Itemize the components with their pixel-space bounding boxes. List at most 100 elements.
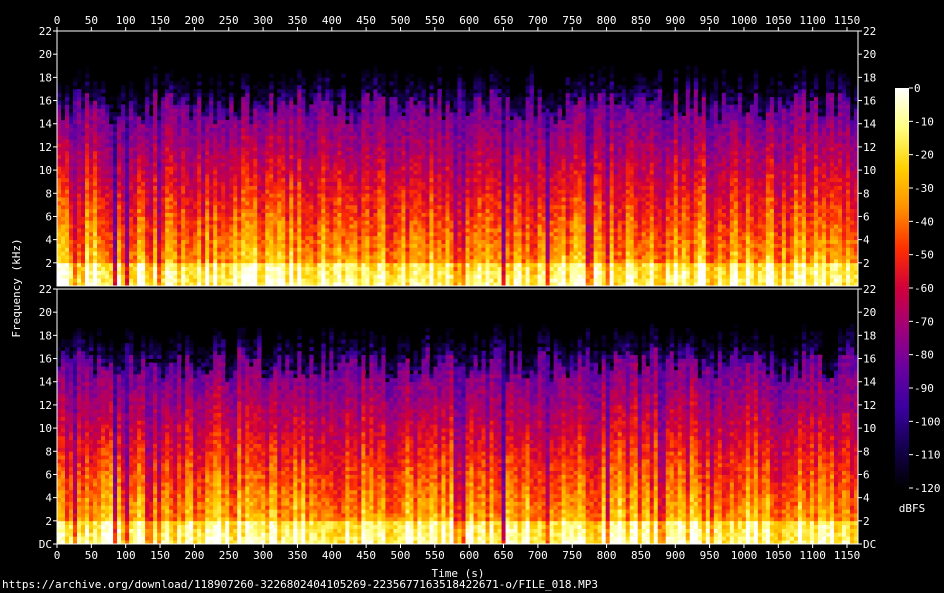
spectrogram-cell — [273, 224, 277, 228]
spectrogram-cell — [153, 251, 157, 255]
spectrogram-cell — [77, 224, 81, 228]
spectrogram-cell — [149, 228, 153, 232]
spectrogram-cell — [205, 112, 209, 116]
spectrogram-cell — [85, 108, 89, 112]
spectrogram-cell — [105, 151, 109, 155]
spectrogram-cell — [217, 159, 221, 163]
spectrogram-cell — [397, 216, 401, 220]
spectrogram-cell — [337, 143, 341, 147]
spectrogram-cell — [261, 147, 265, 151]
spectrogram-cell — [93, 147, 97, 151]
spectrogram-cell — [93, 267, 97, 271]
spectrogram-cell — [229, 120, 233, 124]
spectrogram-cell — [93, 143, 97, 147]
spectrogram-cell — [421, 228, 425, 232]
spectrogram-cell — [389, 174, 393, 178]
spectrogram-cell — [229, 108, 233, 112]
spectrogram-cell — [389, 81, 393, 85]
spectrogram-cell — [377, 89, 381, 93]
spectrogram-cell — [185, 159, 189, 163]
spectrogram-cell — [253, 143, 257, 147]
spectrogram-cell — [413, 201, 417, 205]
spectrogram-cell — [405, 159, 409, 163]
spectrogram-cell — [153, 201, 157, 205]
spectrogram-cell — [121, 274, 125, 278]
spectrogram-cell — [81, 232, 85, 236]
spectrogram-cell — [197, 189, 201, 193]
spectrogram-cell — [393, 104, 397, 108]
spectrogram-cell — [317, 228, 321, 232]
spectrogram-cell — [257, 255, 261, 259]
spectrogram-cell — [225, 189, 229, 193]
spectrogram-cell — [145, 186, 149, 190]
spectrogram-cell — [369, 274, 373, 278]
spectrogram-cell — [273, 182, 277, 186]
spectrogram-cell — [341, 232, 345, 236]
spectrogram-cell — [345, 247, 349, 251]
spectrogram-cell — [213, 278, 217, 282]
spectrogram-cell — [293, 182, 297, 186]
spectrogram-cell — [197, 89, 201, 93]
spectrogram-cell — [249, 120, 253, 124]
spectrogram-cell — [225, 147, 229, 151]
spectrogram-cell — [253, 205, 257, 209]
spectrogram-cell — [213, 182, 217, 186]
spectrogram-cell — [197, 244, 201, 248]
spectrogram-cell — [405, 263, 409, 267]
spectrogram-cell — [325, 236, 329, 240]
spectrogram-cell — [65, 101, 69, 105]
spectrogram-cell — [365, 116, 369, 120]
spectrogram-cell — [401, 120, 405, 124]
spectrogram-cell — [201, 244, 205, 248]
spectrogram-cell — [401, 259, 405, 263]
spectrogram-cell — [309, 232, 313, 236]
spectrogram-cell — [249, 224, 253, 228]
spectrogram-cell — [97, 104, 101, 108]
spectrogram-cell — [189, 131, 193, 135]
spectrogram-cell — [69, 213, 73, 217]
spectrogram-cell — [433, 135, 437, 139]
spectrogram-cell — [189, 224, 193, 228]
spectrogram-cell — [321, 278, 325, 282]
spectrogram-cell — [129, 259, 133, 263]
spectrogram-cell — [281, 236, 285, 240]
spectrogram-cell — [241, 205, 245, 209]
spectrogram-cell — [253, 97, 257, 101]
spectrogram-cell — [61, 108, 65, 112]
spectrogram-cell — [401, 166, 405, 170]
spectrogram-cell — [293, 85, 297, 89]
spectrogram-cell — [65, 201, 69, 205]
spectrogram-cell — [81, 155, 85, 159]
spectrogram-cell — [393, 139, 397, 143]
spectrogram-cell — [69, 224, 73, 228]
spectrogram-cell — [373, 81, 377, 85]
spectrogram-cell — [381, 244, 385, 248]
spectrogram-cell — [117, 201, 121, 205]
spectrogram-cell — [381, 108, 385, 112]
spectrogram-cell — [309, 255, 313, 259]
spectrogram-cell — [421, 193, 425, 197]
spectrogram-cell — [413, 263, 417, 267]
spectrogram-cell — [425, 151, 429, 155]
spectrogram-cell — [85, 182, 89, 186]
spectrogram-cell — [273, 131, 277, 135]
spectrogram-cell — [173, 213, 177, 217]
spectrogram-cell — [129, 170, 133, 174]
spectrogram-cell — [117, 104, 121, 108]
spectrogram-cell — [153, 104, 157, 108]
spectrogram-cell — [81, 244, 85, 248]
spectrogram-cell — [357, 205, 361, 209]
spectrogram-cell — [285, 89, 289, 93]
spectrogram-cell — [265, 247, 269, 251]
spectrogram-cell — [273, 166, 277, 170]
spectrogram-cell — [357, 170, 361, 174]
spectrogram-cell — [389, 143, 393, 147]
spectrogram-cell — [205, 278, 209, 282]
spectrogram-cell — [381, 278, 385, 282]
spectrogram-cell — [189, 155, 193, 159]
spectrogram-cell — [245, 101, 249, 105]
spectrogram-cell — [65, 213, 69, 217]
spectrogram-cell — [353, 247, 357, 251]
spectrogram-cell — [93, 224, 97, 228]
spectrogram-cell — [309, 259, 313, 263]
